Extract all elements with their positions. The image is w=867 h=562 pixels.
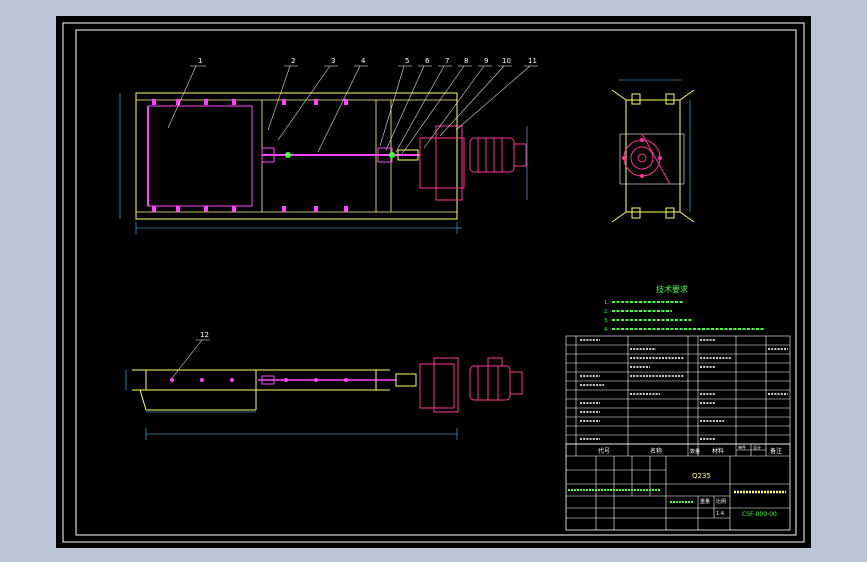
header-code: 代号	[598, 447, 610, 455]
weight-label: 重量	[700, 498, 710, 505]
scale-label: 比例	[716, 498, 726, 505]
balloon-7: 7	[445, 57, 449, 65]
cad-drawing-canvas[interactable]: 1 2 3 4 5 6 7 8 9 10 11 12 技术要求 1. 2. 3.…	[0, 0, 867, 562]
header-name: 名称	[650, 447, 662, 455]
balloon-3: 3	[331, 57, 335, 65]
header-material: 材料	[712, 447, 724, 455]
balloon-1: 1	[198, 57, 202, 65]
notes-heading: 技术要求	[656, 284, 688, 294]
material-cell: Q235	[692, 472, 711, 480]
note-item-3: 3.	[604, 318, 609, 324]
balloon-4: 4	[361, 57, 366, 65]
balloon-6: 6	[425, 57, 430, 65]
header-unit: 单件	[738, 444, 746, 450]
header-total: 总计	[753, 444, 761, 450]
balloon-8: 8	[464, 57, 468, 65]
balloon-5: 5	[405, 57, 409, 65]
drawing-sheet	[56, 16, 811, 548]
drawing-number: CSF-000-00	[742, 511, 777, 518]
header-qty: 数量	[690, 448, 700, 455]
balloon-9: 9	[484, 57, 488, 65]
header-remark: 备注	[770, 447, 782, 455]
note-item-1: 1.	[604, 300, 609, 306]
note-item-4: 4.	[604, 327, 609, 333]
balloon-12: 12	[200, 331, 209, 339]
scale-value: 1:4	[716, 511, 724, 517]
balloon-2: 2	[291, 57, 295, 65]
note-item-2: 2.	[604, 309, 609, 315]
balloon-10: 10	[502, 57, 511, 65]
balloon-11: 11	[528, 57, 537, 65]
